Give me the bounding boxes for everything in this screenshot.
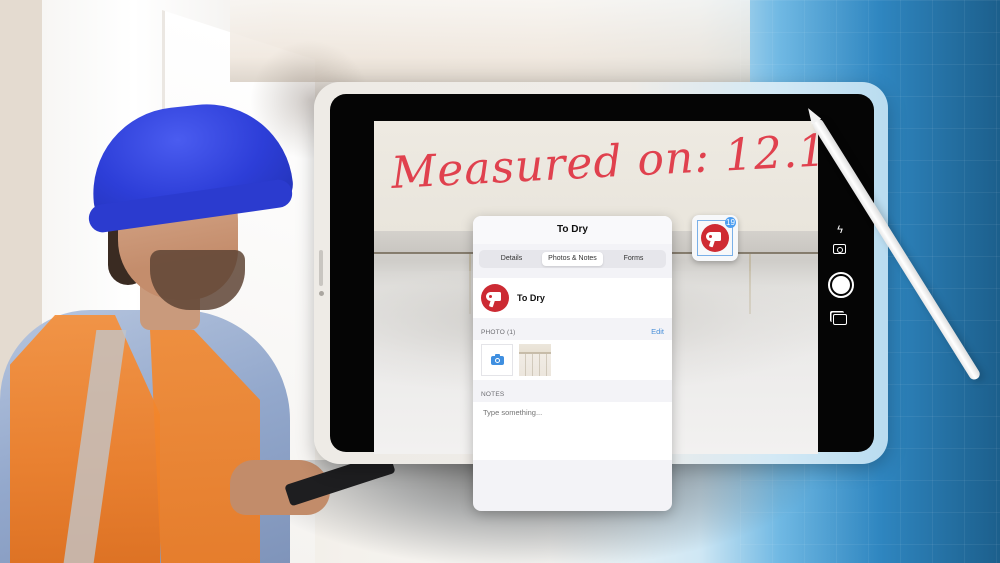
tablet-side-button <box>319 250 323 286</box>
tab-forms[interactable]: Forms <box>603 252 664 266</box>
flip-camera-icon[interactable] <box>833 244 846 254</box>
photo-section-header: PHOTO (1) Edit <box>473 318 672 340</box>
hair-dryer-icon <box>701 224 729 252</box>
item-label: To Dry <box>517 293 545 303</box>
item-row[interactable]: To Dry <box>473 278 672 318</box>
count-badge: 19 <box>725 217 736 228</box>
tab-bar: Details Photos & Notes Forms <box>479 250 666 268</box>
dragged-item[interactable]: 19 <box>692 215 738 261</box>
add-photo-button[interactable] <box>481 344 513 376</box>
flash-icon[interactable]: ϟ <box>820 224 860 236</box>
photo-thumbnail[interactable] <box>519 344 551 376</box>
photo-row <box>473 340 672 380</box>
tablet-sensor <box>319 291 324 296</box>
worker-beard <box>150 250 245 310</box>
notes-input[interactable] <box>473 402 672 460</box>
item-detail-panel: To Dry Details Photos & Notes Forms To D… <box>473 216 672 511</box>
panel-title: To Dry <box>473 216 672 244</box>
notes-section-header: NOTES <box>473 380 672 402</box>
camera-controls: ϟ <box>820 224 860 334</box>
hair-dryer-glyph <box>486 292 501 301</box>
notes-section-title: NOTES <box>481 391 505 398</box>
hair-dryer-glyph <box>706 232 721 241</box>
hair-dryer-icon <box>481 284 509 312</box>
tab-details[interactable]: Details <box>481 252 542 266</box>
tab-photos-notes[interactable]: Photos & Notes <box>542 252 603 266</box>
camera-icon <box>491 354 504 365</box>
gallery-icon[interactable] <box>833 314 847 325</box>
shutter-button[interactable] <box>828 272 854 298</box>
edit-photos-button[interactable]: Edit <box>651 327 664 336</box>
photo-section-title: PHOTO (1) <box>481 329 516 336</box>
